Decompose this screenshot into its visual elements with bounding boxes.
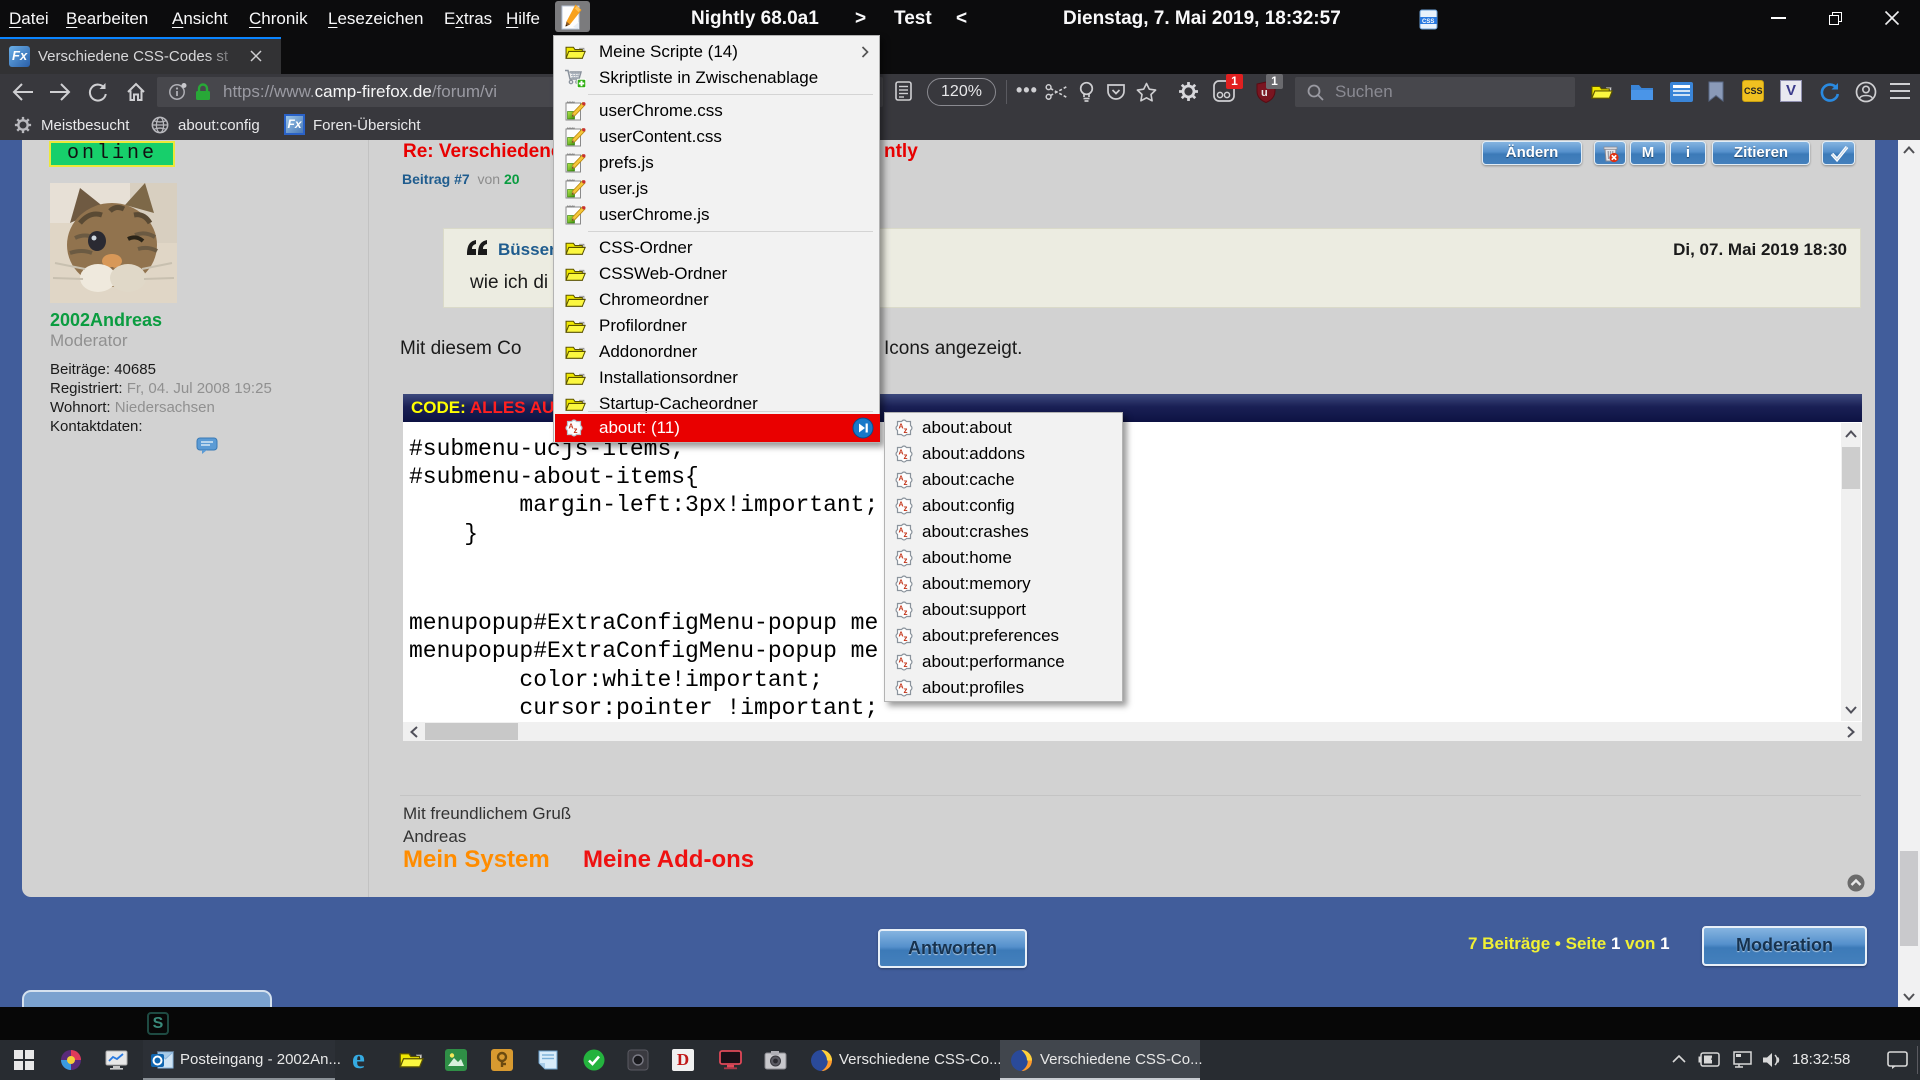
svg-text:z: z [574,426,578,435]
svg-text:CSS: CSS [1422,19,1434,25]
